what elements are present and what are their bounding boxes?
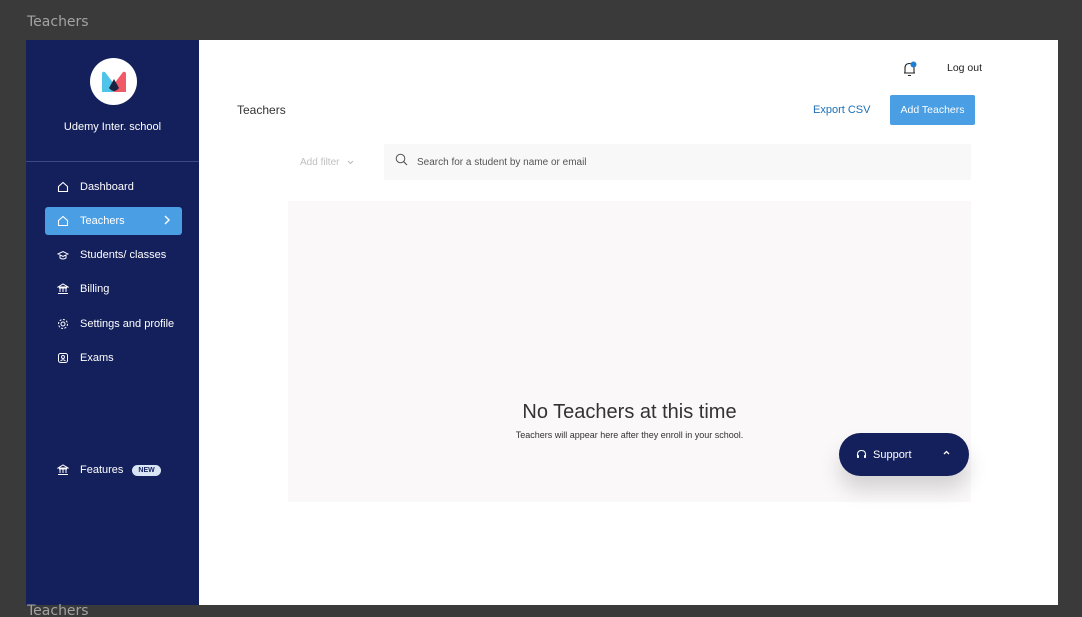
school-logo <box>90 58 137 105</box>
sidebar-item-exams[interactable]: Exams <box>45 344 182 372</box>
empty-state-title: No Teachers at this time <box>522 401 737 423</box>
page-title: Teachers <box>237 103 286 117</box>
export-csv-button[interactable]: Export CSV <box>813 104 870 116</box>
home-icon <box>56 215 69 228</box>
add-teachers-button[interactable]: Add Teachers <box>890 95 975 125</box>
chevron-down-icon <box>347 157 354 168</box>
graduation-cap-icon <box>56 249 69 262</box>
sidebar-item-label: Billing <box>80 283 110 295</box>
search-icon <box>395 153 408 171</box>
app-window: Udemy Inter. school Dashboard Teachers S… <box>26 40 1058 605</box>
add-filter-label: Add filter <box>300 157 340 168</box>
gear-icon <box>56 318 69 331</box>
sidebar-item-settings-and-profile[interactable]: Settings and profile <box>45 310 182 338</box>
main-content: Log out Teachers Export CSV Add Teachers… <box>199 40 1058 605</box>
sidebar-item-label: Students/ classes <box>80 249 167 261</box>
notification-bell-icon[interactable] <box>901 60 919 78</box>
bank-icon <box>56 464 69 477</box>
sidebar-item-dashboard[interactable]: Dashboard <box>45 173 182 201</box>
logo-mark-icon <box>101 71 126 92</box>
chevron-right-icon <box>163 215 171 228</box>
headset-icon <box>856 449 867 460</box>
sidebar-item-teachers[interactable]: Teachers <box>45 207 182 235</box>
sidebar-item-label: Dashboard <box>80 181 134 193</box>
sidebar-item-label: Teachers <box>80 215 125 227</box>
frame-title-bottom: Teachers <box>27 603 89 617</box>
home-icon <box>56 181 69 194</box>
add-filter-dropdown[interactable]: Add filter <box>300 157 354 168</box>
exam-icon <box>56 352 69 365</box>
sidebar-item-billing[interactable]: Billing <box>45 275 182 303</box>
search-input[interactable]: Search for a student by name or email <box>384 144 971 180</box>
sidebar-item-label: Settings and profile <box>80 318 175 330</box>
new-badge: NEW <box>132 464 161 476</box>
support-button[interactable]: Support <box>839 433 969 476</box>
chevron-up-icon <box>942 448 951 457</box>
frame-title-top: Teachers <box>27 14 89 30</box>
logout-link[interactable]: Log out <box>947 62 982 74</box>
support-label: Support <box>873 448 912 461</box>
bank-icon <box>56 283 69 296</box>
school-name: Udemy Inter. school <box>63 121 162 133</box>
sidebar-item-label: Features <box>80 464 124 476</box>
sidebar-item-students-classes[interactable]: Students/ classes <box>45 241 182 269</box>
search-placeholder: Search for a student by name or email <box>417 156 587 168</box>
sidebar-item-label: Exams <box>80 352 114 364</box>
sidebar: Udemy Inter. school Dashboard Teachers S… <box>26 40 199 605</box>
sidebar-divider <box>26 161 199 162</box>
sidebar-item-features[interactable]: Features NEW <box>45 456 182 484</box>
